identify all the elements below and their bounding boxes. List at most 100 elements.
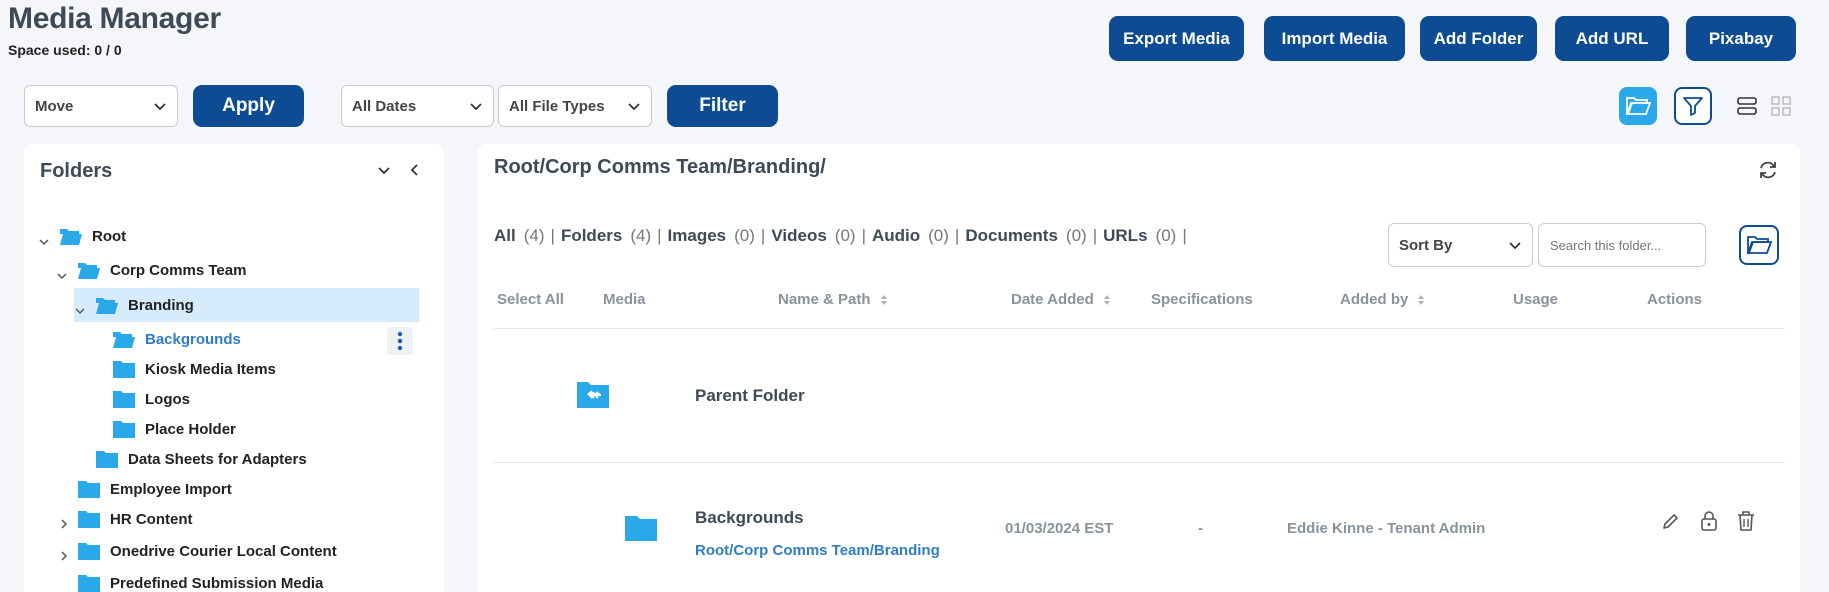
folder-thumbnail[interactable] bbox=[625, 514, 657, 542]
chevron-down-icon[interactable] bbox=[38, 236, 50, 248]
folder-open-icon bbox=[1625, 97, 1651, 115]
tree-item-label: Branding bbox=[128, 296, 194, 314]
dates-select[interactable]: All Dates bbox=[341, 85, 494, 127]
tree-item-place-holder[interactable]: Place Holder bbox=[113, 414, 236, 444]
bulk-action-select[interactable]: Move bbox=[24, 85, 178, 127]
filter-count: (4) bbox=[630, 226, 652, 245]
add-url-button[interactable]: Add URL bbox=[1555, 16, 1669, 61]
apply-button[interactable]: Apply bbox=[193, 85, 304, 127]
chevron-right-icon[interactable] bbox=[58, 550, 70, 562]
lock-button[interactable] bbox=[1697, 509, 1721, 533]
filter-count: (0) bbox=[1065, 226, 1087, 245]
list-view-toggle[interactable] bbox=[1735, 94, 1759, 118]
import-media-button[interactable]: Import Media bbox=[1264, 16, 1405, 61]
parent-folder-label[interactable]: Parent Folder bbox=[695, 386, 805, 406]
chevron-down-icon bbox=[628, 103, 640, 111]
tree-item-logos[interactable]: Logos bbox=[113, 384, 190, 414]
filter-separator: | bbox=[550, 226, 555, 245]
filter-all[interactable]: All bbox=[494, 226, 516, 246]
row-added-by: Eddie Kinne - Tenant Admin bbox=[1287, 520, 1486, 537]
folder-icon bbox=[78, 575, 100, 592]
filter-count: (0) bbox=[734, 226, 755, 245]
tree-item-predefined-submission[interactable]: Predefined Submission Media bbox=[78, 568, 323, 592]
tree-item-label: Root bbox=[92, 227, 127, 245]
filter-count: (0) bbox=[1155, 226, 1177, 245]
col-name-path[interactable]: Name & Path bbox=[778, 291, 889, 308]
tree-item-hr-content[interactable]: HR Content bbox=[78, 504, 193, 534]
folders-title: Folders bbox=[40, 160, 113, 182]
parent-folder-link[interactable] bbox=[576, 379, 610, 409]
filter-toggle[interactable] bbox=[1674, 87, 1712, 125]
tree-item-data-sheets[interactable]: Data Sheets for Adapters bbox=[96, 444, 307, 474]
folder-view-toggle[interactable] bbox=[1619, 87, 1657, 125]
folder-options-button[interactable] bbox=[387, 327, 413, 355]
folder-return-icon bbox=[577, 382, 609, 408]
page-title: Media Manager bbox=[8, 2, 221, 35]
folder-icon bbox=[113, 421, 135, 438]
tree-item-branding[interactable]: Branding bbox=[96, 290, 194, 320]
tree-item-label: Employee Import bbox=[110, 480, 232, 498]
sort-icon bbox=[1418, 294, 1425, 305]
tree-item-label: HR Content bbox=[110, 510, 193, 528]
tree-item-label: Logos bbox=[145, 390, 190, 408]
folder-icon bbox=[625, 516, 657, 541]
col-usage: Usage bbox=[1513, 291, 1559, 308]
hide-panel-button[interactable] bbox=[405, 160, 425, 180]
browse-folder-button[interactable] bbox=[1739, 225, 1779, 265]
refresh-button[interactable] bbox=[1755, 157, 1781, 183]
delete-button[interactable] bbox=[1734, 509, 1758, 533]
pixabay-button[interactable]: Pixabay bbox=[1686, 16, 1796, 61]
filter-folders[interactable]: Folders bbox=[561, 226, 622, 246]
chevron-right-icon[interactable] bbox=[58, 518, 70, 530]
tree-item-employee-import[interactable]: Employee Import bbox=[78, 474, 232, 504]
folder-icon bbox=[78, 511, 100, 528]
edit-button[interactable] bbox=[1659, 509, 1683, 533]
filter-urls[interactable]: URLs bbox=[1103, 226, 1147, 246]
filter-audio[interactable]: Audio bbox=[872, 226, 920, 246]
tree-item-corp-comms-team[interactable]: Corp Comms Team bbox=[78, 255, 246, 285]
folder-open-icon bbox=[1746, 236, 1772, 254]
tree-item-onedrive-courier[interactable]: Onedrive Courier Local Content bbox=[78, 536, 337, 566]
chevron-down-icon bbox=[378, 167, 390, 175]
col-date-added[interactable]: Date Added bbox=[1011, 291, 1112, 308]
col-added-by[interactable]: Added by bbox=[1340, 291, 1426, 308]
tree-item-kiosk-media-items[interactable]: Kiosk Media Items bbox=[113, 354, 276, 384]
chevron-down-icon[interactable] bbox=[74, 305, 86, 317]
chevron-down-icon bbox=[470, 103, 482, 111]
collapse-folders-button[interactable] bbox=[374, 160, 394, 180]
col-actions: Actions bbox=[1647, 291, 1703, 308]
grid-view-toggle[interactable] bbox=[1769, 94, 1793, 118]
filter-videos[interactable]: Videos bbox=[771, 226, 826, 246]
filter-button[interactable]: Filter bbox=[667, 85, 778, 127]
search-input[interactable] bbox=[1538, 223, 1706, 267]
tree-item-root[interactable]: Root bbox=[60, 221, 126, 251]
folder-open-icon bbox=[113, 332, 135, 348]
folder-icon bbox=[113, 391, 135, 408]
file-types-select[interactable]: All File Types bbox=[498, 85, 652, 127]
filter-separator: | bbox=[1092, 226, 1098, 245]
sort-by-select[interactable]: Sort By bbox=[1388, 223, 1533, 267]
list-view-icon bbox=[1737, 97, 1757, 115]
filter-count: (0) bbox=[928, 226, 949, 245]
export-media-button[interactable]: Export Media bbox=[1109, 16, 1244, 61]
chevron-down-icon[interactable] bbox=[56, 270, 68, 282]
filter-count: (0) bbox=[834, 226, 856, 245]
chevron-down-icon bbox=[154, 103, 166, 111]
tree-item-label: Corp Comms Team bbox=[110, 261, 247, 279]
sort-by-value: Sort By bbox=[1399, 236, 1453, 254]
chevron-down-icon bbox=[1509, 242, 1521, 250]
folder-open-icon bbox=[96, 298, 118, 314]
row-specs: - bbox=[1198, 520, 1203, 537]
tree-item-label: Predefined Submission Media bbox=[110, 574, 324, 592]
select-all[interactable]: Select All bbox=[497, 291, 564, 308]
row-name[interactable]: Backgrounds bbox=[695, 508, 804, 528]
filter-documents[interactable]: Documents bbox=[965, 226, 1058, 246]
folder-icon bbox=[78, 543, 100, 560]
row-path-link[interactable]: Root/Corp Comms Team/Branding bbox=[695, 542, 940, 559]
sort-icon bbox=[1103, 294, 1110, 305]
add-folder-button[interactable]: Add Folder bbox=[1420, 16, 1537, 61]
tree-item-backgrounds[interactable]: Backgrounds bbox=[113, 324, 241, 354]
filter-separator: | bbox=[760, 226, 766, 245]
tree-item-label: Data Sheets for Adapters bbox=[128, 450, 307, 468]
filter-images[interactable]: Images bbox=[668, 226, 727, 246]
